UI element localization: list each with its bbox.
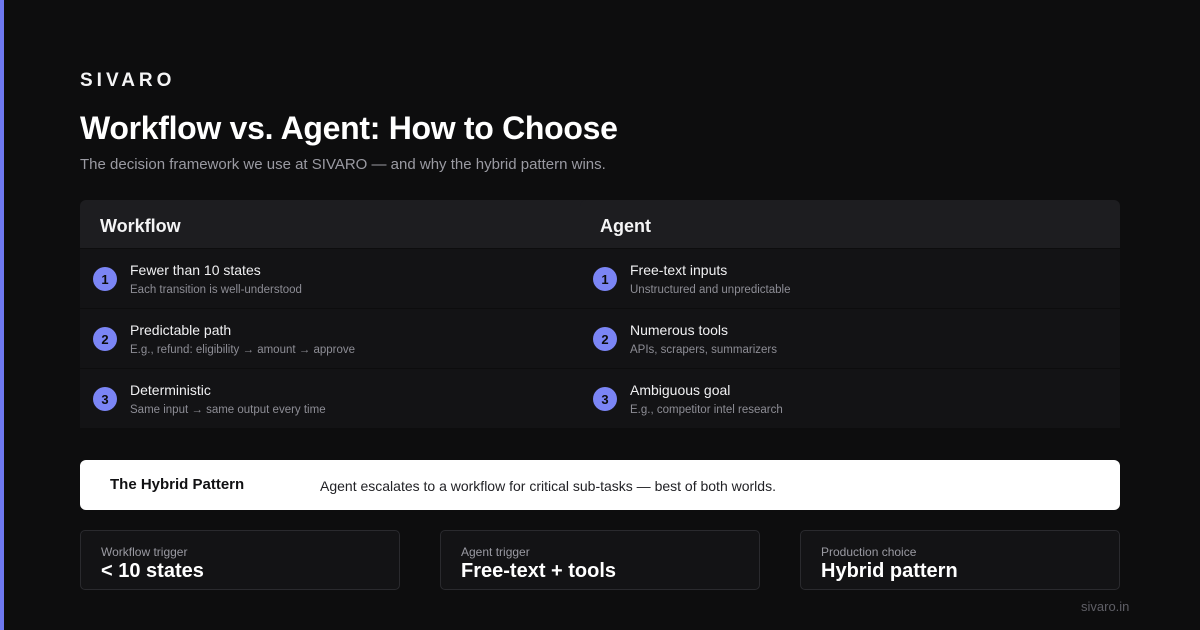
stat-value: Free-text + tools — [461, 560, 617, 582]
list-item: 1 Fewer than 10 states Each transition i… — [80, 248, 620, 308]
stat-label: Production choice — [821, 545, 917, 559]
hybrid-pattern-banner: The Hybrid Pattern Agent escalates to a … — [80, 460, 1120, 510]
list-item-title: Predictable path — [130, 322, 232, 338]
step-number-badge: 3 — [93, 387, 117, 411]
accent-bar — [0, 0, 4, 630]
list-item: 3 Ambiguous goal E.g., competitor intel … — [580, 368, 1120, 428]
list-item: 2 Numerous tools APIs, scrapers, summari… — [580, 308, 1120, 368]
list-item-subtitle: APIs, scrapers, summarizers — [630, 344, 777, 356]
list-item-title: Ambiguous goal — [630, 382, 731, 398]
list-item-subtitle: Same input → same output every time — [130, 404, 326, 416]
page-title: Workflow vs. Agent: How to Choose — [80, 110, 618, 146]
list-item-title: Deterministic — [130, 382, 211, 398]
stat-label: Agent trigger — [461, 545, 530, 559]
list-item-subtitle: Each transition is well-understood — [130, 284, 302, 296]
workflow-column-heading: Workflow — [80, 200, 620, 248]
stat-card-agent-trigger: Agent trigger Free-text + tools — [440, 530, 760, 590]
list-item-subtitle: E.g., refund: eligibility → amount → app… — [130, 344, 356, 356]
list-item: 1 Free-text inputs Unstructured and unpr… — [580, 248, 1120, 308]
agent-column: Agent 1 Free-text inputs Unstructured an… — [580, 200, 1120, 430]
list-item: 3 Deterministic Same input → same output… — [80, 368, 620, 428]
list-item-subtitle: E.g., competitor intel research — [630, 404, 783, 416]
step-number-badge: 3 — [593, 387, 617, 411]
brand-logo: SIVARO — [80, 70, 176, 91]
stat-card-production-choice: Production choice Hybrid pattern — [800, 530, 1120, 590]
hybrid-pattern-description: Agent escalates to a workflow for critic… — [320, 478, 776, 494]
stat-card-workflow-trigger: Workflow trigger < 10 states — [80, 530, 400, 590]
page-subtitle: The decision framework we use at SIVARO … — [80, 156, 606, 173]
hybrid-pattern-label: The Hybrid Pattern — [110, 476, 245, 493]
step-number-badge: 1 — [593, 267, 617, 291]
stat-value: Hybrid pattern — [821, 560, 958, 582]
list-item-subtitle: Unstructured and unpredictable — [630, 284, 791, 296]
step-number-badge: 1 — [93, 267, 117, 291]
agent-column-heading: Agent — [580, 200, 1120, 248]
stat-value: < 10 states — [101, 560, 204, 582]
step-number-badge: 2 — [93, 327, 117, 351]
list-item-title: Numerous tools — [630, 322, 729, 338]
list-item-title: Free-text inputs — [630, 262, 728, 278]
step-number-badge: 2 — [593, 327, 617, 351]
stat-label: Workflow trigger — [101, 545, 188, 559]
list-item-title: Fewer than 10 states — [130, 262, 261, 278]
footer-url: sivaro.in — [1081, 599, 1130, 614]
workflow-column: Workflow 1 Fewer than 10 states Each tra… — [80, 200, 620, 430]
list-item: 2 Predictable path E.g., refund: eligibi… — [80, 308, 620, 368]
